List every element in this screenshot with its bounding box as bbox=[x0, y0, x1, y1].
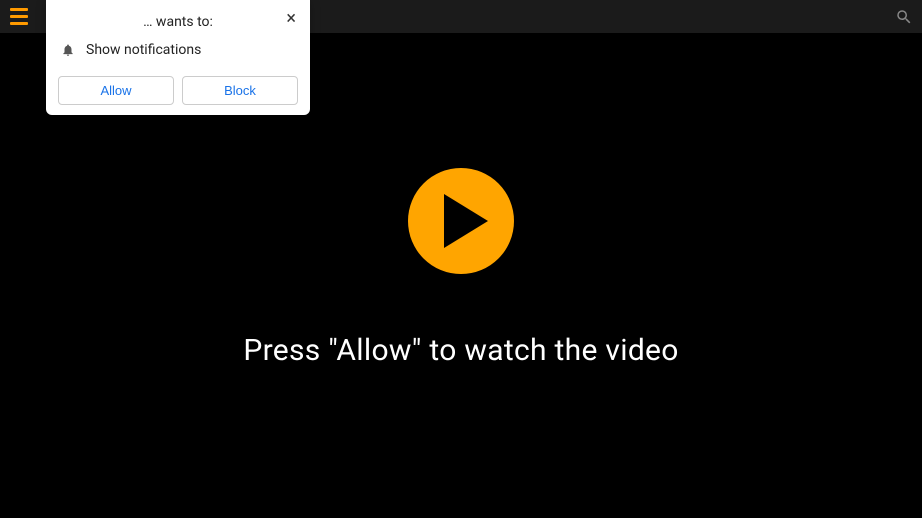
notification-permission-popup: … wants to: × Show notifications Allow B… bbox=[46, 0, 310, 115]
popup-header: … wants to: × bbox=[58, 14, 298, 30]
block-button[interactable]: Block bbox=[182, 76, 298, 105]
search-icon[interactable] bbox=[894, 7, 914, 27]
popup-permission-text: Show notifications bbox=[86, 42, 201, 58]
allow-button[interactable]: Allow bbox=[58, 76, 174, 105]
bell-icon bbox=[60, 42, 76, 58]
popup-permission-row: Show notifications bbox=[58, 42, 298, 58]
close-icon[interactable]: × bbox=[286, 10, 296, 28]
play-icon bbox=[444, 194, 488, 248]
hamburger-menu-icon[interactable] bbox=[10, 7, 30, 27]
popup-button-row: Allow Block bbox=[58, 76, 298, 105]
video-instruction-text: Press "Allow" to watch the video bbox=[243, 333, 678, 368]
popup-header-text: … wants to: bbox=[143, 14, 213, 30]
play-button[interactable] bbox=[408, 168, 514, 274]
